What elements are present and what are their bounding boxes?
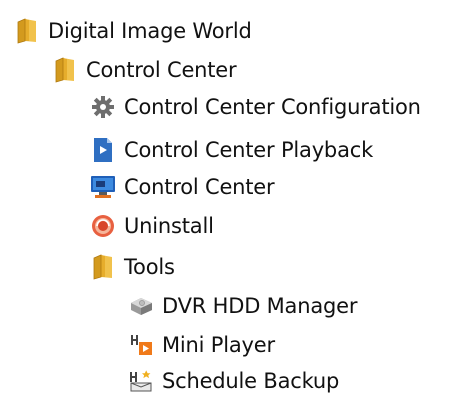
- tree-item-dvr-hdd-manager[interactable]: DVR HDD Manager: [128, 289, 357, 323]
- tree-item-label: Uninstall: [124, 214, 214, 238]
- folder-icon: [14, 18, 40, 44]
- tree-item-control-center-app[interactable]: Control Center: [90, 170, 275, 204]
- tree-item-label: Control Center: [86, 58, 237, 82]
- monitor-icon: [90, 174, 116, 200]
- tree-item-tools-folder[interactable]: Tools: [90, 250, 175, 284]
- mini-player-icon: [128, 332, 154, 358]
- tree-item-digital-image-world[interactable]: Digital Image World: [14, 14, 252, 48]
- tree-item-label: Control Center Playback: [124, 138, 374, 162]
- tree-item-label: Control Center Configuration: [124, 95, 421, 119]
- schedule-backup-icon: [128, 368, 154, 394]
- tree-item-control-center-playback[interactable]: Control Center Playback: [90, 133, 373, 167]
- tree-item-label: Control Center: [124, 175, 275, 199]
- tree-item-control-center-configuration[interactable]: Control Center Configuration: [90, 90, 421, 124]
- tree-item-uninstall[interactable]: Uninstall: [90, 209, 214, 243]
- uninstall-icon: [90, 213, 116, 239]
- tree-item-label: Digital Image World: [48, 19, 252, 43]
- folder-icon: [90, 254, 116, 280]
- hdd-icon: [128, 293, 154, 319]
- folder-icon: [52, 57, 78, 83]
- tree-item-schedule-backup[interactable]: Schedule Backup: [128, 364, 339, 398]
- tree-item-label: DVR HDD Manager: [162, 294, 358, 318]
- tree-item-control-center-folder[interactable]: Control Center: [52, 53, 237, 87]
- tree-item-label: Tools: [124, 255, 175, 279]
- tree-item-label: Schedule Backup: [162, 369, 340, 393]
- program-menu-tree: Digital Image World Control Center Contr…: [0, 0, 455, 396]
- tree-item-label: Mini Player: [162, 333, 275, 357]
- gear-icon: [90, 94, 116, 120]
- tree-item-mini-player[interactable]: Mini Player: [128, 328, 275, 362]
- playback-icon: [90, 137, 116, 163]
